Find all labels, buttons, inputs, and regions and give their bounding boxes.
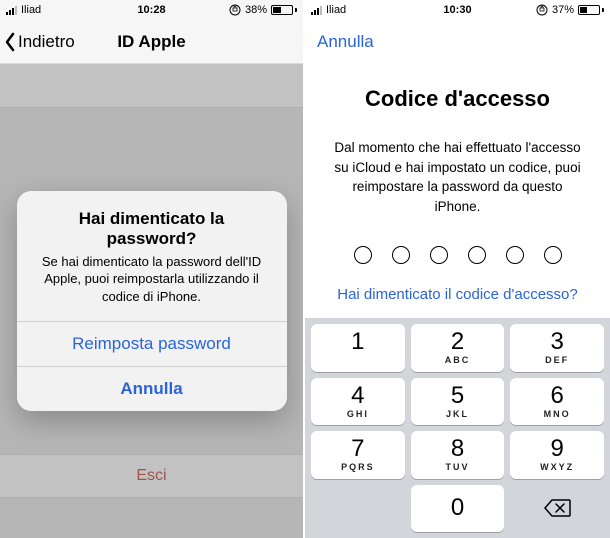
key-1[interactable]: 1: [311, 324, 405, 372]
key-8[interactable]: 8TUV: [411, 431, 505, 479]
passcode-dots: [325, 246, 590, 264]
carrier-label: Iliad: [21, 4, 41, 16]
backspace-key[interactable]: [510, 485, 604, 533]
nav-bar: Annulla: [305, 20, 610, 64]
cancel-button[interactable]: Annulla: [305, 32, 374, 52]
status-time: 10:28: [137, 4, 165, 16]
battery-pct: 37%: [552, 4, 574, 16]
backspace-icon: [543, 498, 571, 518]
chevron-left-icon: [4, 32, 16, 52]
passcode-dot: [392, 246, 410, 264]
passcode-dot: [506, 246, 524, 264]
forgot-password-alert: Hai dimenticato la password? Se hai dime…: [17, 191, 287, 412]
orientation-lock-icon: [536, 4, 548, 16]
alert-message: Se hai dimenticato la password dell'ID A…: [33, 253, 271, 306]
right-screenshot: Iliad 10:30 37% Annulla Codice d'accesso…: [305, 0, 610, 538]
status-bar: Iliad 10:30 37%: [305, 0, 610, 20]
signal-icon: [6, 6, 17, 15]
numeric-keypad: 1 2ABC 3DEF 4GHI 5JKL 6MNO 7PQRS 8TUV 9W…: [305, 318, 610, 538]
left-screenshot: Iliad 10:28 38% Indietro ID Apple Esci: [0, 0, 305, 538]
cancel-button[interactable]: Annulla: [17, 367, 287, 411]
orientation-lock-icon: [229, 4, 241, 16]
nav-bar: Indietro ID Apple: [0, 20, 303, 64]
key-6[interactable]: 6MNO: [510, 378, 604, 426]
key-7[interactable]: 7PQRS: [311, 431, 405, 479]
key-2[interactable]: 2ABC: [411, 324, 505, 372]
key-0[interactable]: 0: [411, 485, 505, 533]
passcode-prompt: Codice d'accesso Dal momento che hai eff…: [305, 64, 610, 317]
battery-pct: 38%: [245, 4, 267, 16]
passcode-description: Dal momento che hai effettuato l'accesso…: [325, 138, 590, 216]
key-9[interactable]: 9WXYZ: [510, 431, 604, 479]
passcode-dot: [468, 246, 486, 264]
battery-icon: [578, 5, 604, 15]
battery-icon: [271, 5, 297, 15]
back-button[interactable]: Indietro: [0, 32, 75, 52]
passcode-dot: [430, 246, 448, 264]
key-5[interactable]: 5JKL: [411, 378, 505, 426]
alert-backdrop: Hai dimenticato la password? Se hai dime…: [0, 64, 303, 538]
settings-content: Esci Hai dimenticato la password? Se hai…: [0, 64, 303, 538]
nav-title: ID Apple: [117, 32, 185, 52]
key-blank: [311, 485, 405, 533]
passcode-dot: [544, 246, 562, 264]
status-bar: Iliad 10:28 38%: [0, 0, 303, 20]
passcode-title: Codice d'accesso: [325, 86, 590, 112]
forgot-passcode-link[interactable]: Hai dimenticato il codice d'accesso?: [325, 286, 590, 303]
signal-icon: [311, 6, 322, 15]
back-label: Indietro: [18, 32, 75, 52]
status-time: 10:30: [443, 4, 471, 16]
key-3[interactable]: 3DEF: [510, 324, 604, 372]
carrier-label: Iliad: [326, 4, 346, 16]
key-4[interactable]: 4GHI: [311, 378, 405, 426]
alert-title: Hai dimenticato la password?: [33, 209, 271, 249]
passcode-dot: [354, 246, 372, 264]
reset-password-button[interactable]: Reimposta password: [17, 322, 287, 366]
